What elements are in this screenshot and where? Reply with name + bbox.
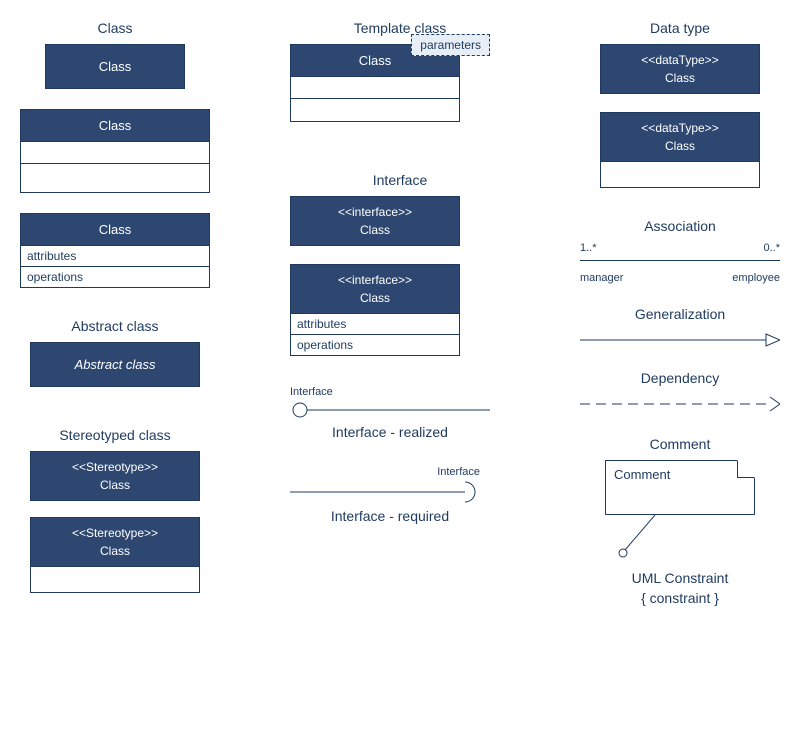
class-with-body-body <box>20 142 210 193</box>
association-title: Association <box>580 218 780 234</box>
dt-tag-1: <<dataType>> <box>607 53 753 67</box>
class-full-header: Class <box>20 213 210 246</box>
constraint-text: { constraint } <box>580 590 780 606</box>
dt-tag-2: <<dataType>> <box>607 121 753 135</box>
interface-box-2-body: attributes operations <box>290 314 460 356</box>
uml-elements-diagram: Class Class Class Class attributes opera… <box>20 20 782 720</box>
stereo-tag-1: <<Stereotype>> <box>37 460 193 474</box>
class-simple: Class <box>45 44 185 89</box>
stereo-class-1: Class <box>37 474 193 492</box>
stereotyped-title: Stereotyped class <box>20 427 210 443</box>
class-full-body: attributes operations <box>20 246 210 288</box>
comment-anchor-icon <box>615 515 675 565</box>
iface-label-required: Interface <box>437 466 480 478</box>
iface-tag-2: <<interface>> <box>297 273 453 287</box>
stereo-box-1: <<Stereotype>> Class <box>30 451 200 501</box>
class-title: Class <box>20 20 210 36</box>
assoc-mult-right: 0..* <box>763 242 780 254</box>
assoc-role-left: manager <box>580 272 623 284</box>
dependency-arrow-icon <box>580 394 780 414</box>
comment-text: Comment <box>614 467 670 482</box>
iface-class-1: Class <box>297 219 453 237</box>
interface-box-1: <<interface>> Class <box>290 196 460 246</box>
class-with-body-header: Class <box>20 109 210 142</box>
abstract-class-box: Abstract class <box>30 342 200 387</box>
constraint-title: UML Constraint <box>580 570 780 586</box>
operations-row: operations <box>21 267 209 287</box>
assoc-role-right: employee <box>732 272 780 284</box>
dt-class-2: Class <box>607 135 753 153</box>
dt-class-1: Class <box>607 67 753 85</box>
dependency-title: Dependency <box>580 370 780 386</box>
iface-class-2: Class <box>297 287 453 305</box>
attributes-row: attributes <box>21 246 209 267</box>
datatype-box-2-header: <<dataType>> Class <box>600 112 760 162</box>
iface-realized-caption: Interface - realized <box>290 424 490 440</box>
stereo-tag-2: <<Stereotype>> <box>37 526 193 540</box>
iface-label-realized: Interface <box>290 386 333 398</box>
stereo-box-2-body <box>30 567 200 593</box>
iface-required-caption: Interface - required <box>290 508 490 524</box>
generalization-arrow-icon <box>580 330 780 350</box>
parameters-tab: parameters <box>411 34 490 56</box>
abstract-title: Abstract class <box>20 318 210 334</box>
template-body <box>290 77 460 122</box>
stereo-box-2-header: <<Stereotype>> Class <box>30 517 200 567</box>
iface-attr: attributes <box>291 314 459 335</box>
comment-title: Comment <box>580 436 780 452</box>
assoc-mult-left: 1..* <box>580 242 597 254</box>
comment-note: Comment <box>605 460 755 515</box>
interface-title: Interface <box>290 172 510 188</box>
generalization-title: Generalization <box>580 306 780 322</box>
iface-ops: operations <box>291 335 459 355</box>
datatype-box-2-body <box>600 162 760 188</box>
stereo-class-2: Class <box>37 540 193 558</box>
iface-tag-1: <<interface>> <box>297 205 453 219</box>
association-line: 1..* 0..* manager employee <box>580 242 780 280</box>
note-fold-icon <box>737 460 755 478</box>
datatype-title: Data type <box>580 20 780 36</box>
datatype-box-1: <<dataType>> Class <box>600 44 760 94</box>
interface-box-2-header: <<interface>> Class <box>290 264 460 314</box>
socket-required-icon <box>290 480 490 510</box>
